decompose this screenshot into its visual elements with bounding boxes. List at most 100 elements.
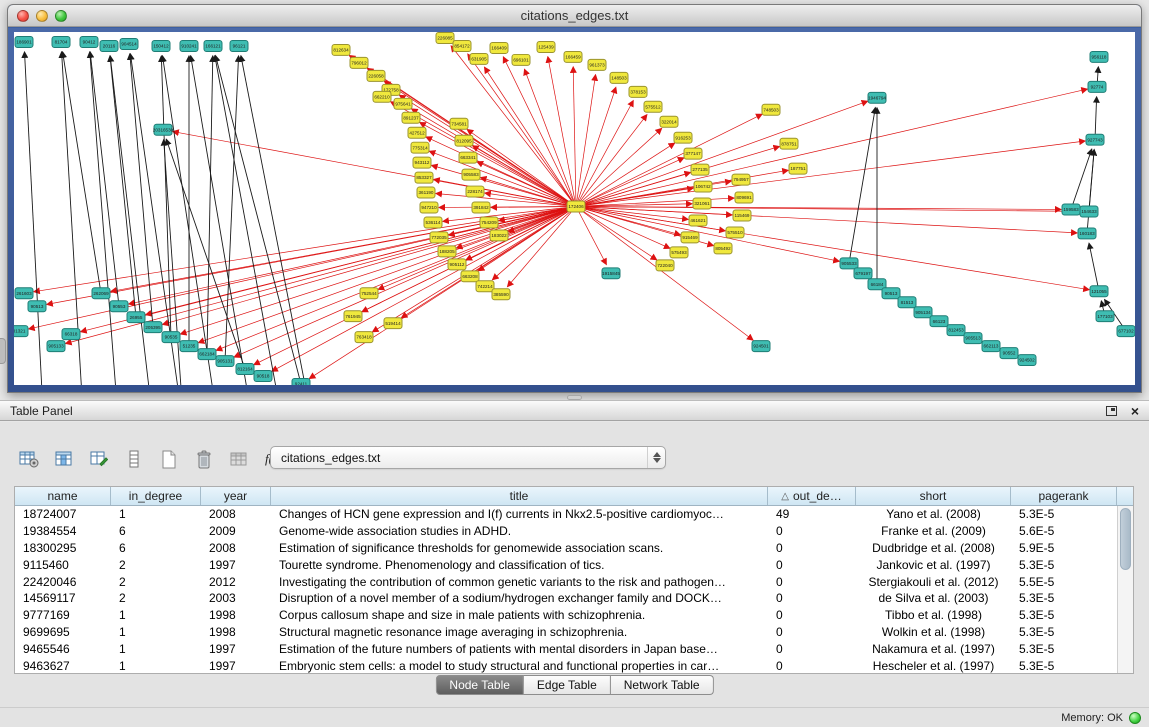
close-window-button[interactable] (17, 10, 29, 22)
table-row[interactable]: 969969511998Structural magnetic resonanc… (15, 624, 1117, 641)
svg-text:183022: 183022 (491, 233, 507, 238)
tab-edge-table[interactable]: Edge Table (524, 675, 611, 695)
table-vertical-scrollbar[interactable] (1117, 506, 1133, 673)
table-cell: 49 (768, 507, 856, 521)
table-cell: 1 (111, 608, 201, 622)
svg-text:536114: 536114 (426, 220, 441, 225)
svg-text:961373: 961373 (589, 63, 605, 68)
window-titlebar[interactable]: citations_edges.txt (8, 5, 1141, 27)
svg-text:66318: 66318 (65, 332, 78, 337)
network-graph[interactable]: 1724068126347960122260581727589756418912… (14, 32, 1135, 385)
table-cell: Structural magnetic resonance image aver… (271, 625, 768, 639)
network-view-frame: 1724068126347960122260581727589756418912… (8, 28, 1141, 392)
svg-text:261603: 261603 (16, 291, 32, 296)
zoom-window-button[interactable] (55, 10, 67, 22)
table-row[interactable]: 946554611997Estimation of the future num… (15, 640, 1117, 657)
delete-table-button[interactable] (191, 446, 217, 472)
svg-text:924501: 924501 (753, 344, 769, 349)
table-cell: Dudbridge et al. (2008) (856, 541, 1011, 555)
table-row[interactable]: 977716911998Corpus callosum shape and si… (15, 607, 1117, 624)
minimize-window-button[interactable] (36, 10, 48, 22)
svg-text:805492: 805492 (715, 246, 731, 251)
table-cell: 2003 (201, 591, 271, 605)
table-selector-dropdown[interactable]: citations_edges.txt (270, 446, 666, 469)
table-cell: Tibbo et al. (1998) (856, 608, 1011, 622)
svg-text:854172: 854172 (454, 44, 470, 49)
table-cell: 5.3E-5 (1011, 659, 1117, 673)
status-bar: Memory: OK (0, 707, 1149, 727)
svg-text:66123: 66123 (933, 319, 946, 324)
table-cell: Franke et al. (2009) (856, 524, 1011, 538)
svg-text:677102: 677102 (1118, 329, 1134, 334)
svg-text:696101: 696101 (513, 58, 529, 63)
column-header-in-degree[interactable]: in_degree (111, 487, 201, 505)
column-header-year[interactable]: year (201, 487, 271, 505)
svg-text:905583: 905583 (463, 172, 479, 177)
svg-text:166459: 166459 (565, 55, 581, 60)
table-cell: 5.6E-5 (1011, 524, 1117, 538)
svg-text:809691: 809691 (736, 195, 752, 200)
table-cell: 0 (768, 659, 856, 673)
svg-text:81321: 81321 (14, 329, 26, 334)
svg-text:905513: 905513 (965, 336, 981, 341)
table-cell: 0 (768, 591, 856, 605)
table-row[interactable]: 1830029562008Estimation of significance … (15, 540, 1117, 557)
table-cell: 9463627 (15, 659, 111, 673)
table-cell: 1 (111, 659, 201, 673)
table-row[interactable]: 1938455462009Genome-wide association stu… (15, 523, 1117, 540)
svg-text:262069: 262069 (93, 291, 109, 296)
import-table-button[interactable] (226, 446, 252, 472)
scrollbar-thumb[interactable] (1120, 508, 1131, 570)
tab-network-table[interactable]: Network Table (611, 675, 714, 695)
svg-text:905133: 905133 (48, 344, 64, 349)
close-panel-icon[interactable]: × (1131, 404, 1139, 418)
svg-text:166409: 166409 (491, 46, 507, 51)
dropdown-stepper-icon (647, 447, 665, 468)
table-row[interactable]: 1872400712008Changes of HCN gene express… (15, 506, 1117, 523)
svg-text:277135: 277135 (692, 167, 708, 172)
network-canvas[interactable]: 1724068126347960122260581727589756418912… (14, 32, 1135, 385)
table-cell: 0 (768, 642, 856, 656)
svg-text:679197: 679197 (855, 271, 871, 276)
svg-text:905134: 905134 (915, 310, 931, 315)
table-cell: 0 (768, 608, 856, 622)
table-cell: 5.5E-5 (1011, 575, 1117, 589)
table-cell: 5.3E-5 (1011, 642, 1117, 656)
table-panel-header: Table Panel × (0, 400, 1149, 421)
table-row[interactable]: 2242004622012Investigating the contribut… (15, 573, 1117, 590)
svg-text:427512: 427512 (409, 130, 425, 135)
svg-text:734581: 734581 (451, 121, 467, 126)
tab-node-table[interactable]: Node Table (435, 675, 524, 695)
svg-text:1946794: 1946794 (868, 95, 886, 100)
column-header-out-degree[interactable]: △ out_de… (768, 487, 856, 505)
column-header-filler (1117, 487, 1133, 505)
svg-text:904514: 904514 (121, 42, 137, 47)
svg-text:927743: 927743 (1087, 137, 1103, 142)
table-row[interactable]: 911546021997Tourette syndrome. Phenomeno… (15, 556, 1117, 573)
table-row[interactable]: 1456911722003Disruption of a novel membe… (15, 590, 1117, 607)
side-panel-grip[interactable] (0, 338, 6, 364)
row-operations-button[interactable] (121, 446, 147, 472)
table-selector-value: citations_edges.txt (281, 451, 380, 465)
table-cell: 19384554 (15, 524, 111, 538)
svg-text:96121: 96121 (233, 44, 246, 49)
edit-column-button[interactable] (86, 446, 112, 472)
svg-text:748503: 748503 (763, 107, 779, 112)
column-header-short[interactable]: short (856, 487, 1011, 505)
show-columns-button[interactable] (51, 446, 77, 472)
table-cell: Yano et al. (2008) (856, 507, 1011, 521)
new-file-button[interactable] (156, 446, 182, 472)
table-cell: Embryonic stem cells: a model to study s… (271, 659, 768, 673)
table-cell: 1998 (201, 608, 271, 622)
table-settings-button[interactable] (16, 446, 42, 472)
float-panel-icon[interactable] (1106, 406, 1117, 416)
column-header-title[interactable]: title (271, 487, 768, 505)
svg-text:878751: 878751 (781, 141, 797, 146)
table-cell: 2012 (201, 575, 271, 589)
table-row[interactable]: 946362711997Embryonic stem cells: a mode… (15, 657, 1117, 673)
table-cell: Estimation of significance thresholds fo… (271, 541, 768, 555)
table-cell: Jankovic et al. (1997) (856, 558, 1011, 572)
column-header-pagerank[interactable]: pagerank (1011, 487, 1117, 505)
table-cell: 9777169 (15, 608, 111, 622)
column-header-name[interactable]: name (15, 487, 111, 505)
